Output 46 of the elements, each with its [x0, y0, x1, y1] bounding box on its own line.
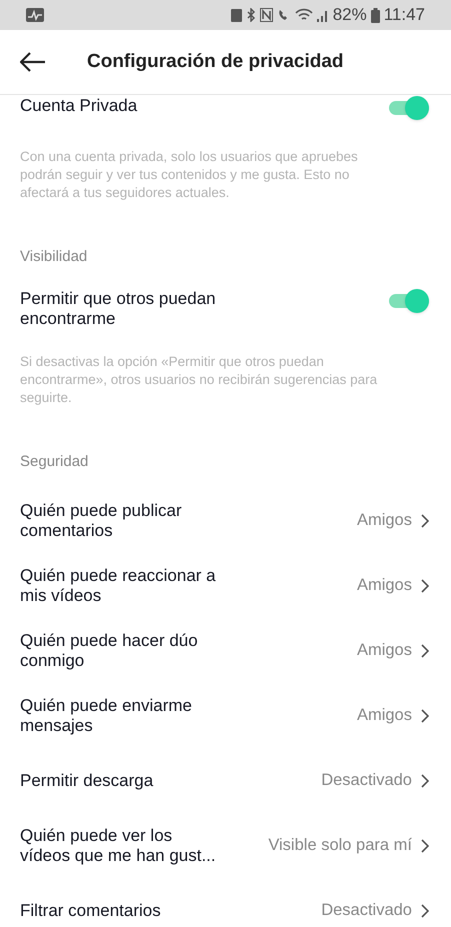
setting-description: Si desactivas la opción «Permitir que otros puedan encontrarme», otros usuarios no recibirán sugerencias para seguirte.: [20, 353, 378, 407]
setting-value: Amigos: [356, 705, 412, 726]
signal-icon: [316, 8, 329, 22]
chevron-right-icon: [421, 904, 429, 918]
setting-row[interactable]: Quién puede publicar comentarios Amigos: [0, 488, 451, 553]
setting-description: Con una cuenta privada, solo los usuarios que apruebes podrán seguir y ver tus contenidos y me gusta. Esto no afectará a tus seguidores actuales.: [20, 148, 359, 202]
setting-value: Desactivado: [321, 770, 412, 792]
setting-value: Amigos: [356, 510, 412, 532]
setting-label: Quién puede publicar comentarios: [20, 500, 183, 540]
nfc-icon: [260, 8, 273, 22]
setting-value: Amigos: [356, 640, 412, 662]
setting-label: Quién puede reaccionar a mis vídeos: [20, 566, 217, 606]
chevron-right-icon: [421, 578, 429, 592]
back-arrow-icon[interactable]: [20, 52, 46, 72]
clock-time: 11:47: [384, 4, 425, 26]
page-title: Configuración de privacidad: [87, 50, 344, 74]
setting-row[interactable]: Quién puede enviarme mensajes Amigos: [0, 683, 451, 748]
setting-row[interactable]: Quién puede reaccionar a mis vídeos Amigos: [0, 553, 451, 618]
activity-icon: [26, 8, 44, 22]
chevron-right-icon: [421, 644, 429, 658]
setting-label: Cuenta Privada: [20, 96, 138, 116]
chevron-right-icon: [421, 838, 429, 852]
section-heading: Visibilidad: [20, 248, 88, 265]
setting-label: Quién puede ver los vídeos que me han gust...: [20, 826, 217, 866]
setting-label: Permitir que otros puedan encontrarme: [20, 289, 217, 329]
battery-icon: [370, 8, 380, 22]
setting-label: Quién puede enviarme mensajes: [20, 696, 194, 736]
setting-label: Filtrar comentarios: [20, 900, 162, 920]
setting-row[interactable]: Permitir descarga Desactivado: [0, 748, 451, 813]
setting-value: Desactivado: [321, 900, 412, 922]
chevron-right-icon: [421, 708, 429, 722]
setting-value: Visible solo para mí: [268, 835, 412, 856]
setting-value: Amigos: [356, 575, 412, 596]
setting-row[interactable]: Quién puede hacer dúo conmigo Amigos: [0, 618, 451, 683]
chevron-right-icon: [421, 514, 429, 528]
chevron-right-icon: [421, 774, 429, 788]
setting-label: Permitir descarga: [20, 770, 154, 790]
toggle-switch[interactable]: [389, 96, 429, 120]
section-heading: Seguridad: [20, 453, 88, 470]
battery-percentage: 82%: [332, 4, 367, 26]
setting-label: Quién puede hacer dúo conmigo: [20, 630, 199, 670]
toggle-switch[interactable]: [389, 289, 429, 313]
wifi-icon: [294, 8, 313, 22]
setting-row[interactable]: Filtrar comentarios Desactivado: [0, 878, 451, 927]
bluetooth-icon: [246, 8, 256, 22]
setting-row[interactable]: Quién puede ver los vídeos que me han gust... Visible solo para mí: [0, 813, 451, 878]
